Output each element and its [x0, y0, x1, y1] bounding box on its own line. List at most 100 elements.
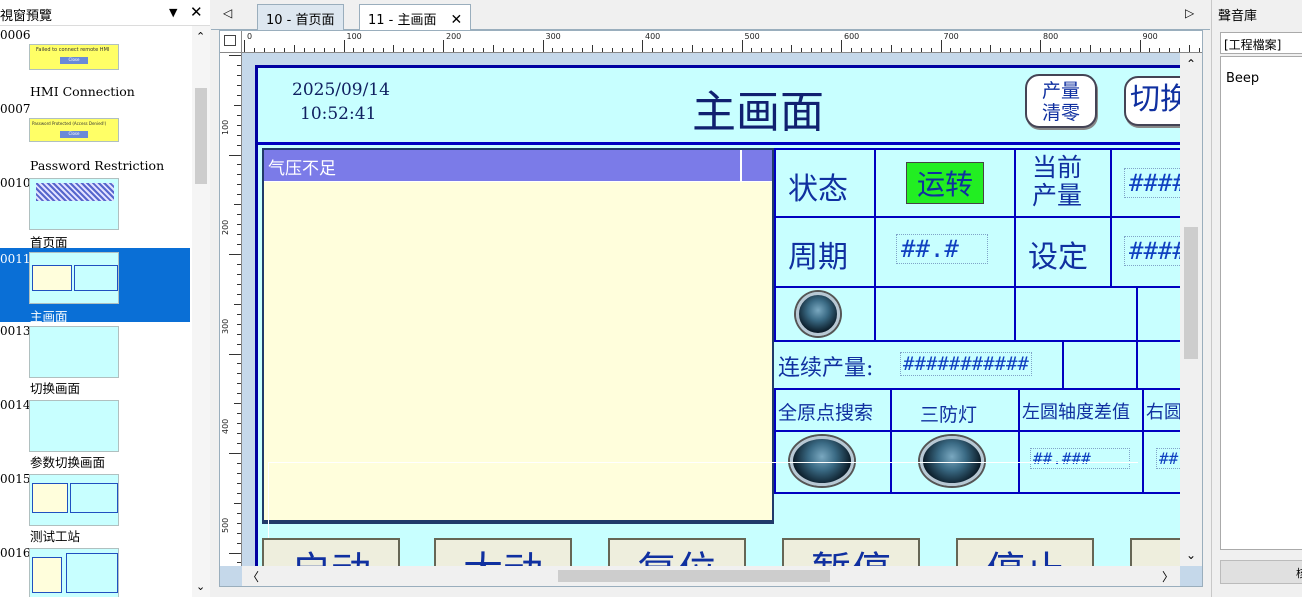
scroll-up-icon[interactable]: ⌃ [196, 30, 205, 43]
tri-light-lamp[interactable] [920, 436, 984, 486]
manual-button[interactable]: 太动 [434, 538, 572, 566]
status-value[interactable]: 运转 [906, 162, 984, 204]
scroll-thumb[interactable] [1184, 227, 1198, 359]
close-tab-icon[interactable]: ✕ [451, 12, 463, 28]
thumb-grid [66, 553, 118, 593]
window-item-0013[interactable]: 0013 [0, 322, 190, 378]
canvas-horizontal-scrollbar[interactable]: 〈 〉 [242, 566, 1180, 586]
ruler-tick [860, 48, 862, 52]
tab-scroll-left-icon[interactable]: ◁ [223, 6, 232, 20]
alarm-list[interactable]: 气压不足 [262, 148, 774, 524]
scroll-left-icon[interactable]: 〈 [247, 568, 259, 585]
tab-main-screen[interactable]: 11 - 主画面 ✕ [359, 4, 472, 30]
project-files-tab[interactable]: [工程檔案] [1220, 32, 1302, 54]
ruler-tick [237, 313, 241, 315]
clear-button[interactable]: 清 [1130, 538, 1180, 566]
scroll-thumb[interactable] [558, 570, 830, 582]
hmi-screen[interactable]: 2025/09/14 10:52:41 主画面 产量 清零 切换 气压不足 [255, 65, 1180, 566]
ruler-tick [1040, 40, 1041, 52]
ruler-tick [1179, 48, 1181, 52]
ruler-tick [293, 45, 295, 52]
reset-button[interactable]: 复位 [608, 538, 746, 566]
ruler-tick [229, 552, 241, 554]
ruler-tick [622, 48, 624, 52]
window-item-0016[interactable]: 0016 [0, 544, 190, 597]
ruler-tick [1000, 48, 1002, 52]
ruler-tick [910, 48, 912, 52]
window-thumbnail-list: 0006 Failed to connect remote HMI Close … [0, 26, 192, 597]
alarm-row[interactable]: 气压不足 [264, 150, 772, 182]
time-display[interactable]: 10:52:41 [300, 104, 376, 124]
status-label-cell: 状态 [774, 148, 876, 218]
close-icon[interactable]: ✕ [190, 3, 203, 21]
setting-value[interactable]: #### [1124, 236, 1180, 266]
alarm-message: 气压不足 [268, 159, 336, 179]
ruler-tick [781, 48, 783, 52]
ruler-tick [273, 48, 275, 52]
scroll-up-icon[interactable]: ⌃ [1186, 57, 1196, 71]
canvas-vertical-scrollbar[interactable]: ⌃ ⌄ [1180, 53, 1202, 566]
home-search-lamp[interactable] [790, 436, 854, 486]
left-scrollbar[interactable]: ⌃ ⌄ [192, 26, 210, 597]
scroll-down-icon[interactable]: ⌄ [1186, 548, 1196, 562]
ruler-tick [612, 48, 614, 52]
editor-area: ◁ 10 - 首页面 11 - 主画面 ✕ ▷ 0 100 200 300 400 500 6… [211, 0, 1210, 597]
right-axis-value-cell: ##. [1142, 430, 1180, 494]
ruler-tick [990, 45, 992, 52]
ruler-tick [602, 48, 604, 52]
current-output-value[interactable]: #### [1124, 168, 1180, 198]
ruler-tick [333, 48, 335, 52]
ruler-tick [313, 48, 315, 52]
scroll-down-icon[interactable]: ⌄ [196, 580, 205, 593]
ruler-tick [353, 48, 355, 52]
sound-item-beep[interactable]: Beep [1226, 71, 1259, 86]
window-item-0007[interactable]: 0007 Password Protected (Access Denied!)… [0, 100, 190, 156]
stop-button[interactable]: 停止 [956, 538, 1094, 566]
tab-scroll-right-icon[interactable]: ▷ [1185, 6, 1194, 20]
scroll-right-icon[interactable]: 〉 [1162, 568, 1174, 585]
window-item-test-station[interactable]: 测试工站 [0, 526, 190, 544]
sound-library-panel: 聲音庫 [工程檔案] Beep 核 [1211, 0, 1302, 597]
tab-bar: ◁ 10 - 首页面 11 - 主画面 ✕ ▷ [211, 0, 1210, 30]
right-axis-value[interactable]: ##. [1156, 448, 1180, 469]
cycle-value[interactable]: ##.# [896, 234, 988, 264]
ruler-tick [323, 48, 325, 52]
ruler-tick [731, 48, 733, 52]
clear-output-button[interactable]: 产量 清零 [1025, 74, 1097, 128]
ruler-tick [229, 353, 241, 355]
window-item-0006[interactable]: 0006 Failed to connect remote HMI Close [0, 26, 190, 88]
status-label: 状态 [788, 172, 848, 207]
start-button[interactable]: 启动 [262, 538, 400, 566]
window-item-param-switch[interactable]: 参数切换画面 [0, 452, 190, 470]
pause-button[interactable]: 暂停 [782, 538, 920, 566]
ruler-corner-icon[interactable] [220, 31, 242, 53]
sound-action-button[interactable]: 核 [1220, 560, 1302, 584]
window-item-hmi-connection[interactable]: HMI Connection [0, 82, 190, 102]
ruler-tick [980, 48, 982, 52]
window-number: 0010 [0, 176, 31, 190]
ruler-tick [1069, 48, 1071, 52]
left-axis-value[interactable]: ##.### [1030, 448, 1130, 469]
window-item-0015[interactable]: 0015 [0, 470, 190, 526]
ruler-tick [1189, 45, 1191, 52]
ruler-tick [237, 273, 241, 275]
dropdown-icon[interactable]: ▼ [169, 6, 177, 19]
ruler-tick [592, 45, 594, 52]
tab-home-page[interactable]: 10 - 首页面 [257, 4, 344, 30]
scroll-thumb[interactable] [195, 88, 207, 184]
continuous-output-value[interactable]: ########### [900, 352, 1032, 376]
ruler-tick [237, 562, 241, 564]
window-item-0010[interactable]: 0010 [0, 174, 190, 232]
date-display[interactable]: 2025/09/14 [292, 80, 390, 100]
window-item-password-restriction[interactable]: Password Restriction [0, 156, 190, 176]
screen-title[interactable]: 主画面 [692, 76, 824, 140]
screen-viewport[interactable]: 2025/09/14 10:52:41 主画面 产量 清零 切换 气压不足 [242, 53, 1180, 566]
window-name: 参数切换画面 [30, 455, 106, 470]
window-item-switch[interactable]: 切换画面 [0, 378, 190, 396]
switch-screen-button[interactable]: 切换 [1124, 76, 1180, 126]
window-item-0014[interactable]: 0014 [0, 396, 190, 452]
ruler-tick [691, 45, 693, 52]
ruler-tick [237, 363, 241, 365]
window-item-0011[interactable]: 0011 主画面 [0, 248, 190, 324]
indicator-lamp[interactable] [796, 292, 840, 336]
